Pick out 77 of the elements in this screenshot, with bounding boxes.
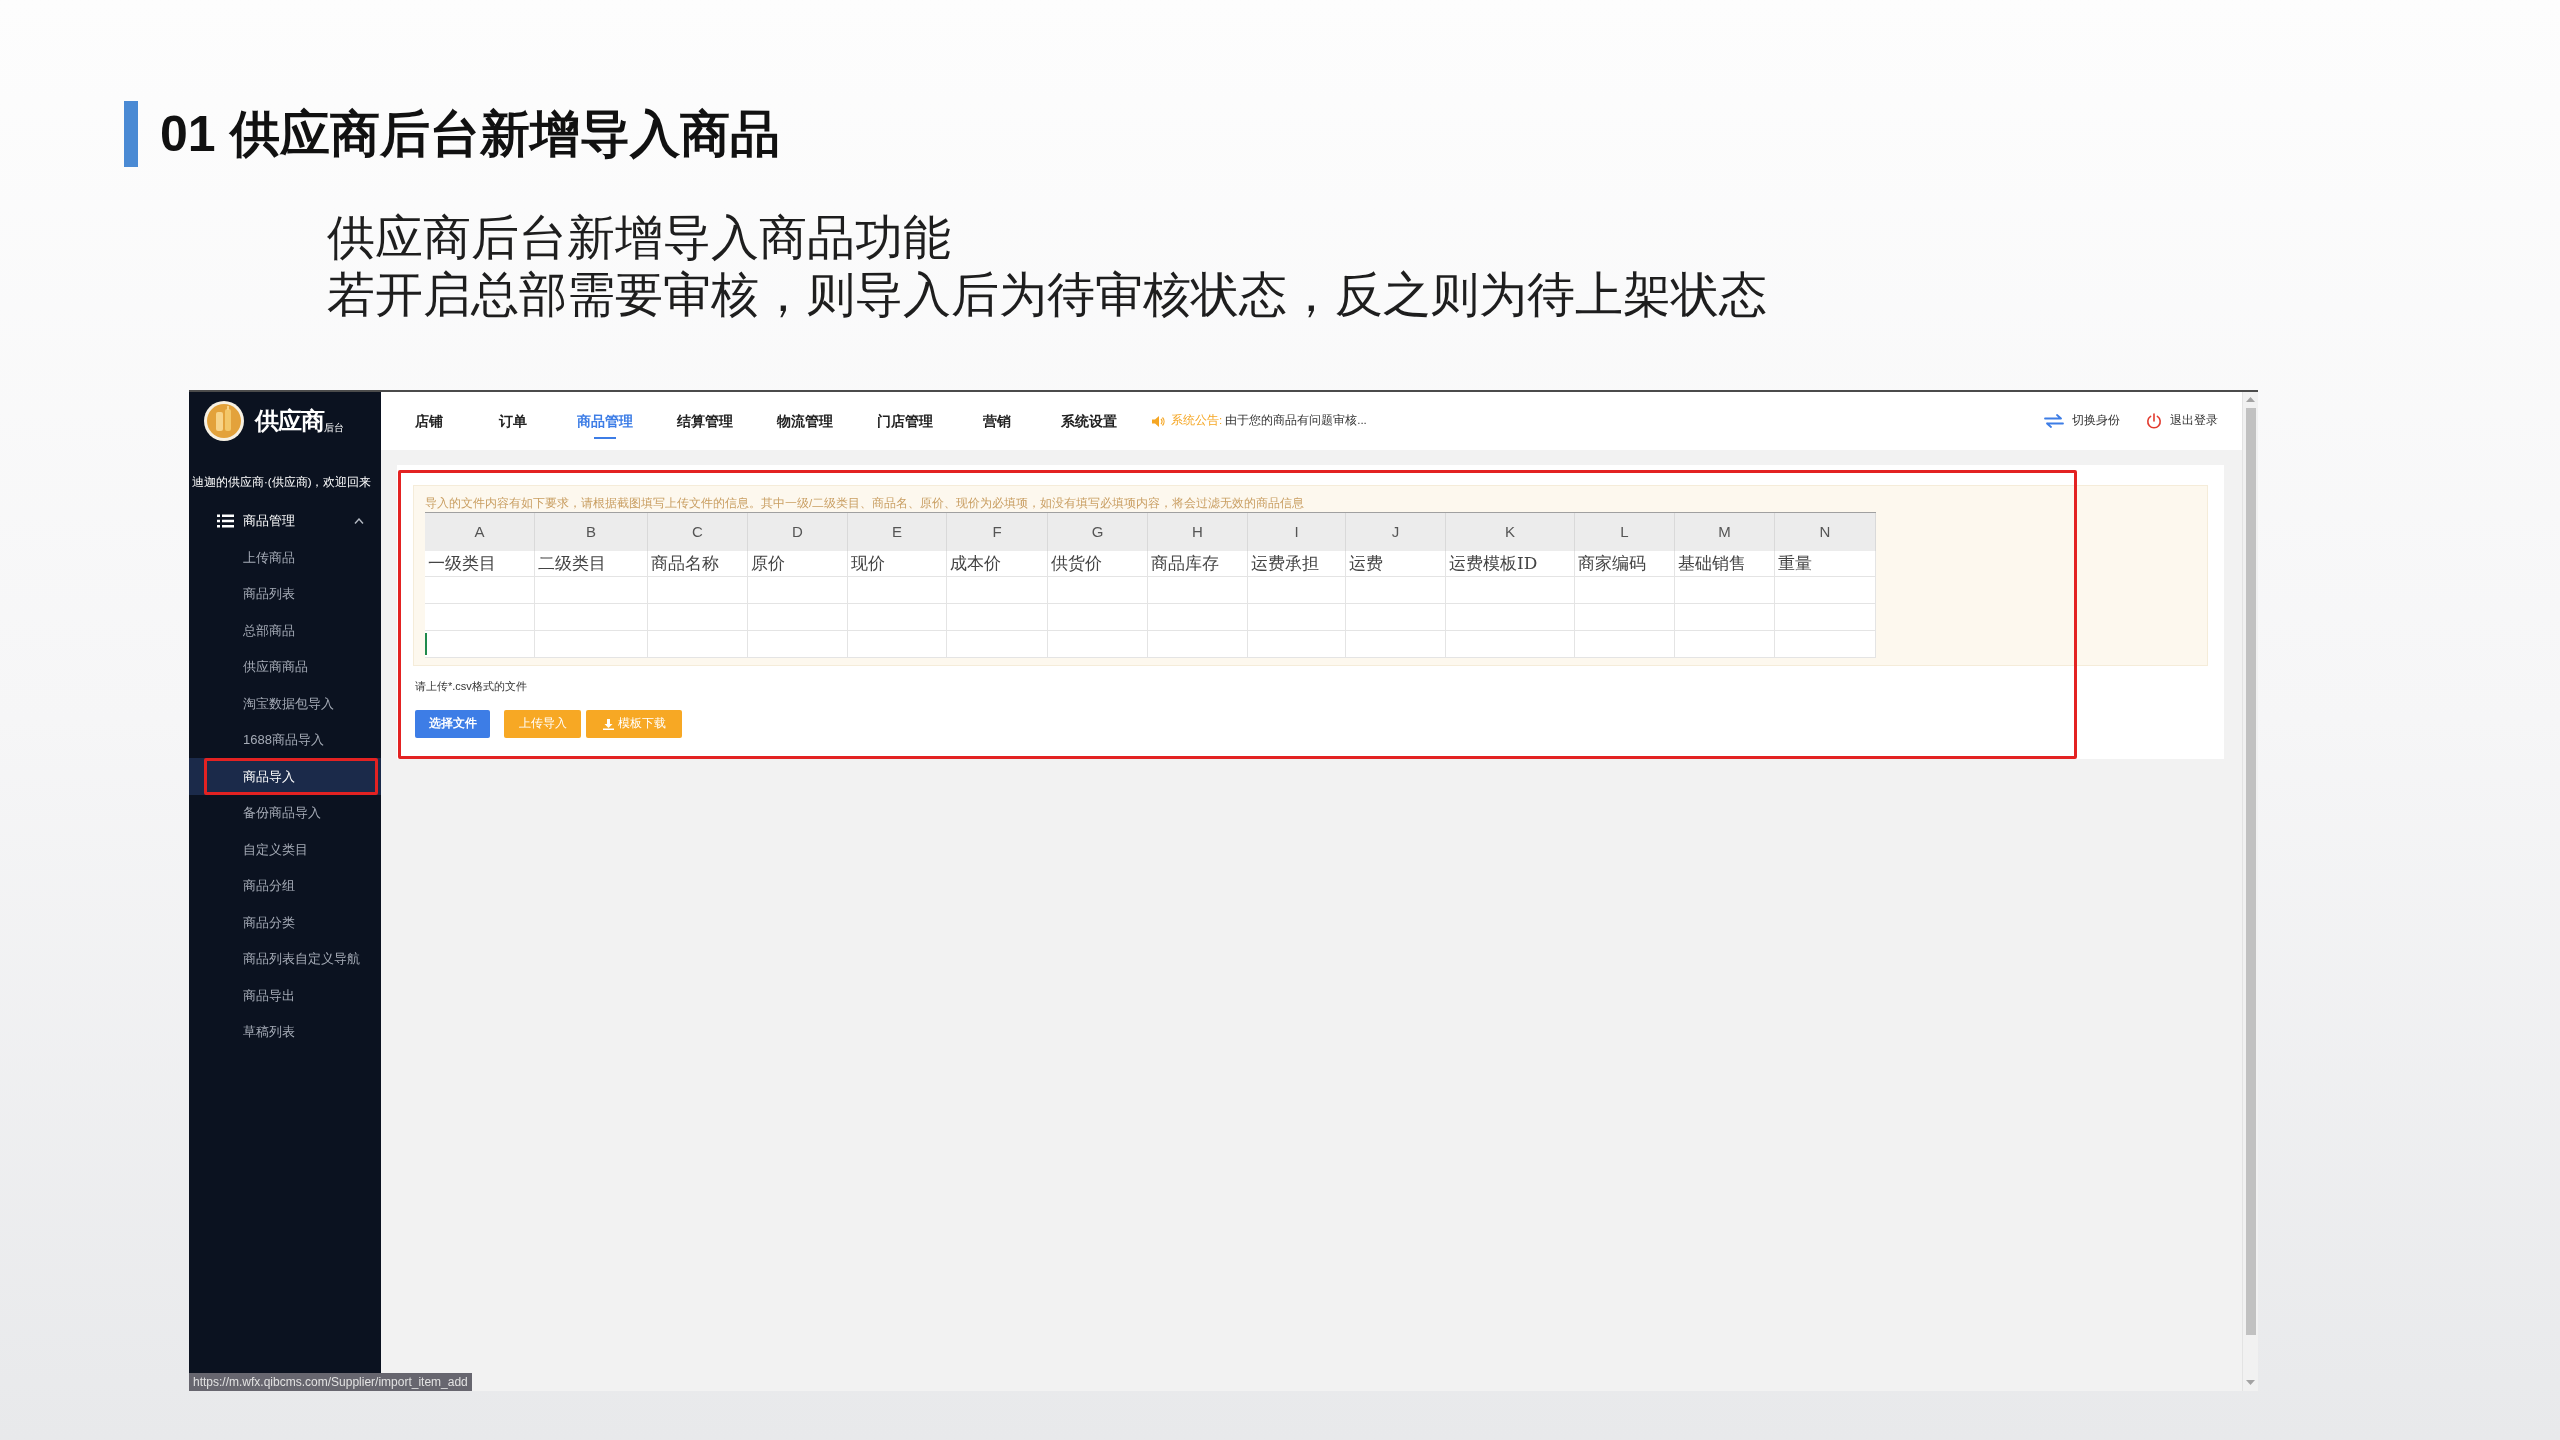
sidebar-menu-item[interactable]: 商品分组 <box>189 867 381 904</box>
sidebar-menu-item[interactable]: 商品导出 <box>189 977 381 1014</box>
nav-tab[interactable]: 系统设置 <box>1039 392 1139 450</box>
sheet-cell: 商品名称 <box>648 551 748 577</box>
sheet-cell: 运费模板ID <box>1446 551 1575 577</box>
power-icon <box>2146 413 2162 429</box>
column-letter: M <box>1675 513 1775 551</box>
sheet-cell: 二级类目 <box>535 551 648 577</box>
sidebar-menu-item[interactable]: 自定义类目 <box>189 831 381 868</box>
sheet-cell: 重量 <box>1775 551 1876 577</box>
swap-arrows-icon <box>2044 414 2064 428</box>
nav-tab[interactable]: 门店管理 <box>855 392 955 450</box>
column-letter: B <box>535 513 648 551</box>
logo-text: 供应商 <box>255 409 324 433</box>
column-letter: K <box>1446 513 1575 551</box>
nav-tab[interactable]: 商品管理 <box>555 392 655 450</box>
sheet-cell: 基础销售 <box>1675 551 1775 577</box>
nav-tab[interactable]: 物流管理 <box>755 392 855 450</box>
menu-group-header[interactable]: 商品管理 <box>189 503 381 539</box>
description-line: 供应商后台新增导入商品功能 <box>327 209 951 266</box>
list-icon <box>217 514 234 528</box>
scrollbar-thumb[interactable] <box>2245 408 2256 1335</box>
sidebar-menu-item[interactable]: 总部商品 <box>189 612 381 649</box>
accent-bar <box>124 101 138 167</box>
sheet-cell: 商家编码 <box>1575 551 1675 577</box>
sidebar-menu-item[interactable]: 草稿列表 <box>189 1013 381 1050</box>
sidebar-menu-item[interactable]: 供应商商品 <box>189 648 381 685</box>
text-cursor-icon <box>425 633 427 655</box>
scroll-down-icon[interactable] <box>2246 1380 2255 1385</box>
sheet-cell: 原价 <box>748 551 848 577</box>
sheet-cell: 商品库存 <box>1148 551 1248 577</box>
slide-title: 01 供应商后台新增导入商品 <box>160 105 780 164</box>
sidebar-menu-item[interactable]: 上传商品 <box>189 539 381 576</box>
logout-button[interactable]: 退出登录 <box>2146 412 2218 430</box>
column-letter: N <box>1775 513 1876 551</box>
choose-file-button[interactable]: 选择文件 <box>415 710 490 738</box>
column-letter: F <box>947 513 1048 551</box>
column-letter: E <box>848 513 947 551</box>
sidebar-menu-item[interactable]: 1688商品导入 <box>189 721 381 758</box>
sidebar-menu-item[interactable]: 商品分类 <box>189 904 381 941</box>
sidebar-menu-item[interactable]: 商品列表自定义导航 <box>189 940 381 977</box>
sidebar-menu-item[interactable]: 备份商品导入 <box>189 794 381 831</box>
speaker-icon <box>1151 414 1165 428</box>
scrollbar[interactable] <box>2242 392 2258 1391</box>
column-letter: H <box>1148 513 1248 551</box>
sidebar-menu-item[interactable]: 商品列表 <box>189 575 381 612</box>
column-letter: A <box>425 513 535 551</box>
sheet-cell: 运费承担 <box>1248 551 1346 577</box>
notice-text[interactable]: 由于您的商品有问题审核... <box>1225 412 1367 430</box>
column-letter: J <box>1346 513 1446 551</box>
logo-suffix: 后台 <box>324 423 344 433</box>
requirements-text: 导入的文件内容有如下要求，请根据截图填写上传文件的信息。其中一级/二级类目、商品名、原价、现价为必填项，如没有填写必填项内容，将会过滤无效的商品信息 <box>425 496 1306 510</box>
sidebar-menu-item[interactable]: 商品导入 <box>189 758 381 795</box>
switch-role-button[interactable]: 切换身份 <box>2044 412 2120 430</box>
status-url: https://m.wfx.qibcms.com/Supplier/import_item_add <box>189 1373 472 1391</box>
sheet-cell: 运费 <box>1346 551 1446 577</box>
sheet-cell: 供货价 <box>1048 551 1148 577</box>
scroll-up-icon[interactable] <box>2246 397 2255 402</box>
column-letter: I <box>1248 513 1346 551</box>
sheet-cell: 成本价 <box>947 551 1048 577</box>
welcome-text: 迪迦的供应商·(供应商)，欢迎回来 <box>191 475 373 490</box>
notice-label: 系统公告: <box>1171 413 1223 429</box>
column-letter: D <box>748 513 848 551</box>
nav-tab[interactable]: 结算管理 <box>655 392 755 450</box>
column-letter: C <box>648 513 748 551</box>
nav-tab[interactable]: 订单 <box>471 392 555 450</box>
download-icon <box>602 718 614 730</box>
sheet-cell: 一级类目 <box>425 551 535 577</box>
nav-tab[interactable]: 店铺 <box>387 392 471 450</box>
column-letter: L <box>1575 513 1675 551</box>
sheet-cell: 现价 <box>848 551 947 577</box>
nav-tab[interactable]: 营销 <box>955 392 1039 450</box>
description-line: 若开启总部需要审核，则导入后为待审核状态，反之则为待上架状态 <box>327 266 1767 323</box>
column-letter: G <box>1048 513 1148 551</box>
sidebar-menu-item[interactable]: 淘宝数据包导入 <box>189 685 381 722</box>
logo-icon <box>204 401 244 441</box>
upload-hint: 请上传*.csv格式的文件 <box>415 679 528 693</box>
